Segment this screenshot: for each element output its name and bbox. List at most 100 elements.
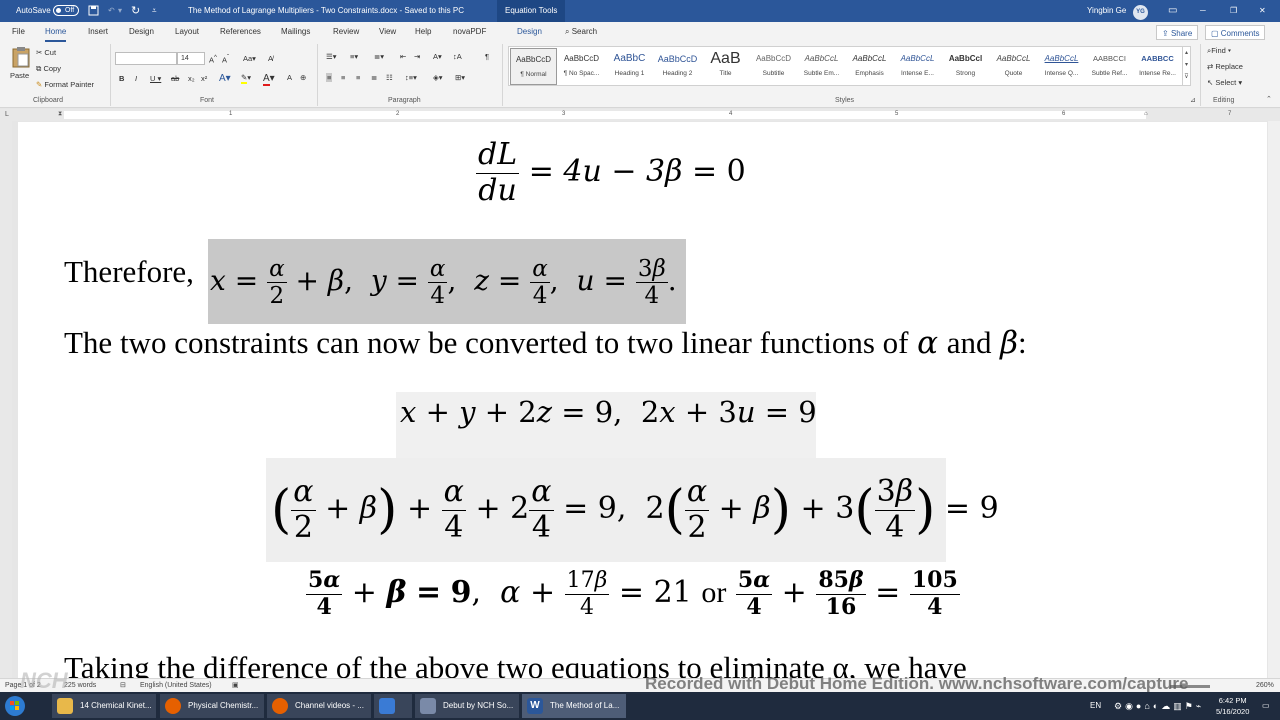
style-intense-reference[interactable]: AABBCC Intense Re...	[1134, 48, 1181, 85]
equation-substituted[interactable]: (α 2 + β) + α4 + 2α4 = 9, 2(α 2 + β) + 3(3…	[266, 458, 999, 562]
style-intense-quote[interactable]: AaBbCcL Intense Q...	[1038, 48, 1085, 85]
taskbar-remote-desktop[interactable]	[374, 694, 412, 718]
bold-button[interactable]: B	[119, 74, 124, 83]
tab-file[interactable]: File	[12, 22, 25, 42]
style-subtitle[interactable]: AaBbCcD Subtitle	[750, 48, 797, 85]
taskbar-folder[interactable]: 14 Chemical Kinet...	[52, 694, 156, 718]
tab-equation-design[interactable]: Design	[517, 22, 542, 42]
font-size-input[interactable]: 14	[177, 52, 205, 65]
undo-icon[interactable]: ↶	[108, 0, 115, 22]
font-name-input[interactable]	[115, 52, 177, 65]
autosave-toggle[interactable]: Off	[53, 0, 79, 22]
style-subtle-emphasis[interactable]: AaBbCcL Subtle Em...	[798, 48, 845, 85]
minimize-icon[interactable]: ─	[1200, 0, 1206, 22]
avatar[interactable]: YG	[1133, 0, 1148, 22]
font-color-icon[interactable]: A▾	[263, 73, 275, 86]
style-normal[interactable]: AaBbCcD ¶ Normal	[510, 48, 557, 85]
close-icon[interactable]: ✕	[1259, 0, 1266, 22]
tab-insert[interactable]: Insert	[88, 22, 108, 42]
customize-quick-access-icon[interactable]: ⩡	[152, 0, 157, 22]
pilcrow-icon[interactable]: ¶	[485, 52, 489, 61]
tab-references[interactable]: References	[220, 22, 261, 42]
subscript-button[interactable]: x₂	[188, 74, 195, 83]
right-indent-marker[interactable]: ⌂	[1144, 111, 1148, 117]
find-button[interactable]: ⌕Find ▾	[1207, 46, 1231, 56]
styles-dialog-launcher-icon[interactable]: ⊿	[1190, 96, 1196, 104]
superscript-button[interactable]: x²	[201, 74, 207, 83]
undo-dropdown-icon[interactable]: ▾	[118, 0, 122, 22]
indent-marker[interactable]: ⧗	[58, 111, 62, 118]
style-quote[interactable]: AaBbCcL Quote	[990, 48, 1037, 85]
shrink-font-button[interactable]: Aˇ	[222, 54, 229, 65]
bullets-icon[interactable]: ☰▾	[326, 52, 337, 61]
cut-button[interactable]: ✂ Cut	[36, 48, 56, 57]
clock[interactable]: 6:42 PM 5/16/2020	[1216, 695, 1249, 717]
line-spacing-icon[interactable]: ↕≡▾	[405, 73, 417, 82]
collapse-ribbon-icon[interactable]: ⌃	[1266, 95, 1272, 103]
enclose-char-icon[interactable]: ⊕	[300, 73, 306, 82]
style-heading-2[interactable]: AaBbCcD Heading 2	[654, 48, 701, 85]
tab-home[interactable]: Home	[45, 22, 67, 42]
style-intense-emphasis[interactable]: AaBbCcL Intense E...	[894, 48, 941, 85]
taskbar-firefox-1[interactable]: Physical Chemistr...	[160, 694, 264, 718]
tab-view[interactable]: View	[379, 22, 396, 42]
equation-constraints[interactable]: x + y + 2z = 9, 2x + 3u = 9	[396, 392, 817, 458]
taskbar-debut[interactable]: Debut by NCH So...	[415, 694, 519, 718]
sort-icon[interactable]: ↕A	[453, 52, 462, 61]
style-heading-1[interactable]: AaBbC Heading 1	[606, 48, 653, 85]
align-right-icon[interactable]: ≡	[356, 73, 360, 82]
borders-icon[interactable]: ⊞▾	[455, 73, 465, 82]
style-strong[interactable]: AaBbCcl Strong	[942, 48, 989, 85]
taskbar-word[interactable]: W The Method of La...	[522, 694, 626, 718]
input-language[interactable]: EN	[1090, 692, 1101, 720]
increase-indent-icon[interactable]: ⇥	[414, 52, 420, 61]
numbering-icon[interactable]: ≡▾	[350, 52, 358, 61]
vertical-ruler[interactable]	[0, 121, 12, 678]
tab-novapdf[interactable]: novaPDF	[453, 22, 486, 42]
replace-button[interactable]: ⇄ Replace	[1207, 62, 1243, 71]
tab-review[interactable]: Review	[333, 22, 359, 42]
format-painter-button[interactable]: ✎ Format Painter	[36, 80, 94, 89]
copy-button[interactable]: ⧉ Copy	[36, 64, 61, 74]
change-case-button[interactable]: Aa▾	[243, 54, 256, 63]
horizontal-ruler[interactable]: L ⧗ 1 2 3 4 5 6 7 ⌂	[0, 109, 1280, 121]
decrease-indent-icon[interactable]: ⇤	[400, 52, 406, 61]
tab-layout[interactable]: Layout	[175, 22, 199, 42]
select-button[interactable]: ↖ Select ▾	[1207, 78, 1242, 87]
tab-help[interactable]: Help	[415, 22, 431, 42]
asian-layout-icon[interactable]: A▾	[433, 52, 442, 61]
italic-button[interactable]: I	[135, 74, 137, 83]
search-box[interactable]: ⌕ Search	[565, 22, 597, 42]
style-no-spacing[interactable]: AaBbCcD ¶ No Spac...	[558, 48, 605, 85]
save-icon[interactable]	[88, 0, 99, 22]
style-emphasis[interactable]: AaBbCcL Emphasis	[846, 48, 893, 85]
justify-icon[interactable]: ≣	[371, 73, 377, 82]
vertical-scrollbar[interactable]	[1268, 121, 1280, 678]
char-shading-icon[interactable]: A	[287, 73, 292, 82]
grow-font-button[interactable]: A^	[209, 54, 217, 65]
restore-icon[interactable]: ❐	[1230, 0, 1237, 22]
tray-icons[interactable]: ⚙◉●⌂◐☁▥⚑⌁	[1114, 692, 1204, 720]
macro-icon[interactable]: ▣	[232, 679, 239, 693]
document-page[interactable]: dL du = 4u − 3β = 0 Therefore, x = α2 + β…	[18, 122, 1267, 678]
style-subtle-reference[interactable]: AABBCCI Subtle Ref...	[1086, 48, 1133, 85]
text-effects-icon[interactable]: A▾	[219, 73, 231, 84]
tab-selector[interactable]: L	[5, 111, 9, 118]
strikethrough-button[interactable]: ab	[171, 74, 179, 83]
style-title[interactable]: AaB Title	[702, 48, 749, 85]
distributed-icon[interactable]: ☷	[386, 73, 393, 82]
shading-icon[interactable]: ◈▾	[433, 73, 443, 82]
align-center-icon[interactable]: ≡	[341, 73, 345, 82]
clear-formatting-icon[interactable]: A̸	[268, 54, 273, 63]
styles-scroll[interactable]: ▴ ▾ ⊽	[1182, 47, 1190, 85]
multilevel-list-icon[interactable]: ≣▾	[374, 52, 384, 61]
redo-icon[interactable]: ↻	[131, 0, 140, 22]
ribbon-display-options-icon[interactable]: ▭	[1168, 0, 1177, 22]
align-left-icon[interactable]: ≡	[326, 73, 333, 82]
proofing-icon[interactable]: ⊟	[120, 679, 126, 693]
therefore-line[interactable]: Therefore,	[64, 240, 194, 326]
language-indicator[interactable]: English (United States)	[140, 679, 212, 693]
taskbar-firefox-2[interactable]: Channel videos - ...	[267, 694, 371, 718]
equation-simplified[interactable]: 5α 4 + β = 9, α + 17β 4 = 21 or 5α 4 + 85β 1…	[306, 562, 960, 624]
notifications-icon[interactable]: ▭	[1262, 692, 1270, 720]
